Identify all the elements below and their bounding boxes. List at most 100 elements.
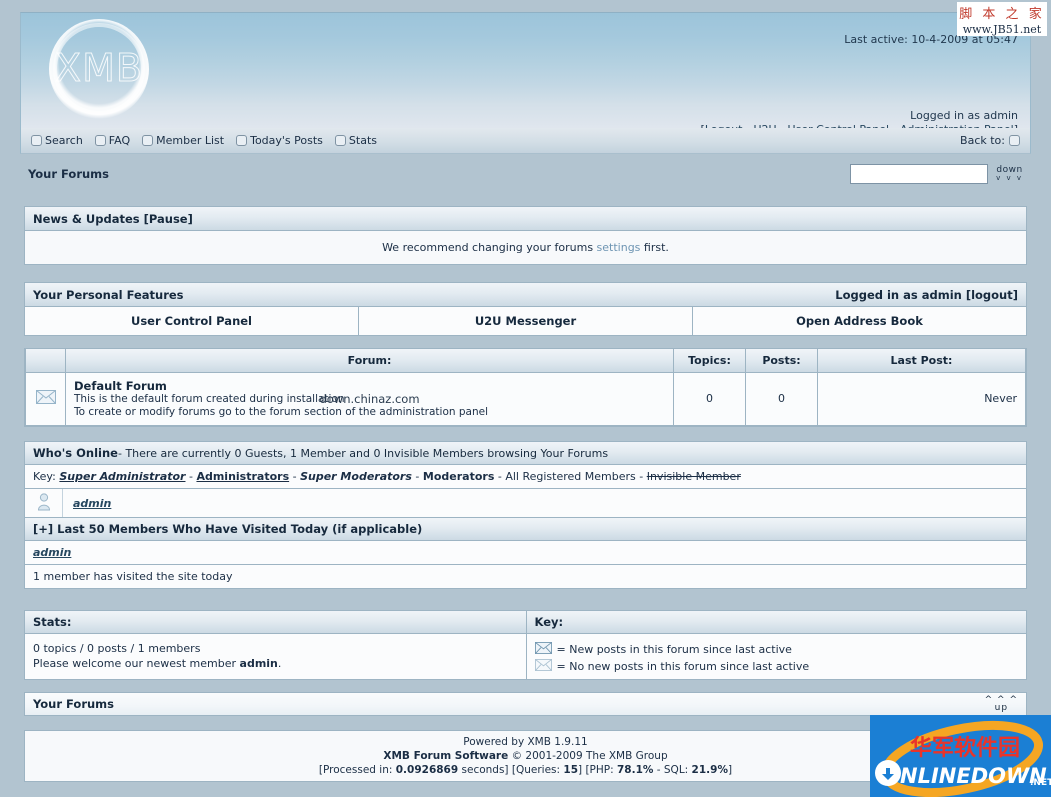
main-navbar: Search FAQ Member List Today's Posts Sta…: [20, 128, 1031, 154]
col-last-post: Last Post:: [817, 349, 1026, 373]
whos-online-summary: - There are currently 0 Guests, 1 Member…: [117, 446, 609, 460]
personal-features-panel: Your Personal Features Logged in as admi…: [24, 282, 1027, 336]
forum-page: XMB Last active: 10-4-2009 at 05:47 Logg…: [0, 0, 1051, 797]
processed-prefix: [Processed in:: [318, 764, 396, 776]
forum-last-post: Never: [817, 371, 1026, 426]
broken-image-icon: [94, 135, 106, 146]
personal-features-title: Your Personal Features: [33, 287, 184, 302]
footer-forums-strip: Your Forums ^ ^ ^ up: [24, 692, 1027, 716]
forum-info-cell: Default Forum This is the default forum …: [65, 371, 674, 426]
broken-image-icon: [334, 135, 346, 146]
page-title: Your Forums: [28, 167, 110, 181]
u2u-messenger-button[interactable]: U2U Messenger: [359, 307, 693, 335]
personal-logged-in-label[interactable]: Logged in as admin [logout]: [835, 288, 1018, 302]
stats-title: Stats:: [33, 615, 72, 629]
search-input[interactable]: [850, 164, 989, 184]
queries-prefix: seconds] [Queries:: [458, 764, 564, 776]
key-entry-no-new-posts: = No new posts in this forum since last …: [534, 658, 1019, 675]
nav-label: FAQ: [108, 134, 131, 147]
svg-text:XMB: XMB: [55, 46, 143, 90]
col-topics: Topics:: [673, 349, 746, 373]
forum-topics-count: 0: [673, 371, 746, 426]
forum-table-header-row: Forum: Topics: Posts: Last Post:: [25, 349, 1026, 373]
personal-features-row: User Control Panel U2U Messenger Open Ad…: [25, 307, 1026, 335]
powered-by-line: Powered by XMB 1.9.11: [463, 736, 588, 748]
processing-stats-line: [Processed in: 0.0926869 seconds] [Queri…: [319, 763, 732, 777]
back-to-label: Back to:: [960, 134, 1005, 147]
back-to-top-button[interactable]: ^ ^ ^ up: [985, 696, 1018, 713]
stats-key-wrap: Stats: 0 topics / 0 posts / 1 members Pl…: [24, 610, 1027, 680]
key-super-moderators: Super Moderators: [300, 470, 412, 483]
settings-link[interactable]: settings: [597, 241, 641, 254]
key-sep: -: [292, 470, 301, 483]
forum-name-link[interactable]: Default Forum: [74, 379, 167, 393]
envelope-icon: [35, 390, 56, 407]
software-name: XMB Forum Software: [383, 750, 509, 762]
stats-newest-member-line: Please welcome our newest member admin.: [33, 656, 518, 671]
newest-member-name: admin: [239, 657, 278, 670]
watermark-top: 脚 本 之 家 www.JB51.net: [957, 2, 1047, 36]
svg-text:NLINEDOWN: NLINEDOWN: [900, 764, 1047, 788]
back-to-control[interactable]: Back to:: [960, 134, 1020, 147]
xmb-logo: XMB: [33, 15, 173, 127]
search-submit-button[interactable]: down v v v: [996, 166, 1023, 183]
key-panel-body: = New posts in this forum since last act…: [527, 634, 1027, 679]
key-moderators: Moderators: [422, 470, 495, 483]
svg-text:华军软件园: 华军软件园: [910, 735, 1020, 761]
nav-item-faq[interactable]: FAQ: [94, 134, 131, 147]
watermark-bottom: 华军软件园 NLINEDOWN .NET: [870, 715, 1051, 797]
key-sep: -: [639, 470, 647, 483]
key-entry-new-posts: = New posts in this forum since last act…: [534, 641, 1019, 658]
search-submit-dots: v v v: [996, 174, 1023, 182]
nav-item-todays-posts[interactable]: Today's Posts: [236, 134, 323, 147]
forum-posts-count: 0: [745, 371, 818, 426]
key-panel-header: Key:: [526, 611, 1026, 634]
key-label: Key:: [33, 470, 56, 483]
online-user-link[interactable]: admin: [73, 497, 111, 510]
stats-and-key-section: Stats: 0 topics / 0 posts / 1 members Pl…: [24, 610, 1027, 680]
nav-label: Today's Posts: [250, 134, 323, 147]
news-text-suffix: first.: [640, 241, 669, 254]
envelope-old-icon: [534, 658, 552, 675]
news-panel-title: News & Updates [Pause]: [33, 211, 193, 226]
up-label: up: [994, 703, 1009, 713]
nav-item-member-list[interactable]: Member List: [142, 134, 224, 147]
whos-online-panel: Who's Online - There are currently 0 Gue…: [24, 441, 1027, 589]
list-item: admin: [25, 489, 1026, 518]
visited-today-count: 1 member has visited the site today: [25, 565, 1026, 588]
key-new-posts-label: = New posts in this forum since last act…: [556, 643, 792, 656]
news-text-prefix: We recommend changing your forums: [382, 241, 597, 254]
table-row: Default Forum This is the default forum …: [25, 371, 1026, 426]
key-invisible-member: Invisible Member: [646, 470, 741, 483]
key-panel-title: Key:: [534, 615, 564, 629]
software-credit-line: XMB Forum Software © 2001-2009 The XMB G…: [383, 749, 667, 763]
forum-table: Forum: Topics: Posts: Last Post: Default…: [25, 349, 1026, 426]
forums-title-strip: Your Forums down v v v: [20, 155, 1031, 193]
nav-item-stats[interactable]: Stats: [334, 134, 377, 147]
visited-today-header[interactable]: [+] Last 50 Members Who Have Visited Tod…: [25, 518, 1026, 541]
site-header: XMB Last active: 10-4-2009 at 05:47 Logg…: [20, 12, 1031, 136]
whos-online-key-row: Key: Super Administrator - Administrator…: [25, 465, 1026, 489]
user-control-panel-button[interactable]: User Control Panel: [25, 307, 359, 335]
broken-image-icon: [31, 135, 42, 146]
footer-page-title: Your Forums: [33, 697, 115, 711]
open-address-book-button[interactable]: Open Address Book: [693, 307, 1026, 335]
key-panel: Key: = New posts in this forum since las…: [525, 610, 1027, 680]
broken-image-icon: [1009, 135, 1020, 146]
news-panel-header[interactable]: News & Updates [Pause]: [25, 207, 1026, 231]
online-user-name-cell: admin: [63, 497, 111, 510]
stats-body: 0 topics / 0 posts / 1 members Please we…: [25, 634, 526, 679]
logged-in-label: Logged in as admin: [910, 109, 1018, 122]
stats-counts-line: 0 topics / 0 posts / 1 members: [33, 642, 201, 655]
broken-image-icon: [142, 135, 154, 146]
broken-image-icon: [236, 135, 248, 146]
key-administrators: Administrators: [196, 470, 290, 483]
key-all-registered-members: All Registered Members: [505, 470, 636, 483]
nav-item-search[interactable]: Search: [31, 134, 83, 147]
sql-percent: 21.9%: [691, 764, 728, 776]
stats-panel: Stats: 0 topics / 0 posts / 1 members Pl…: [24, 610, 526, 680]
key-sep: -: [415, 470, 423, 483]
visited-user-link[interactable]: admin: [33, 546, 71, 559]
envelope-new-icon: [534, 641, 552, 658]
col-posts: Posts:: [745, 349, 818, 373]
